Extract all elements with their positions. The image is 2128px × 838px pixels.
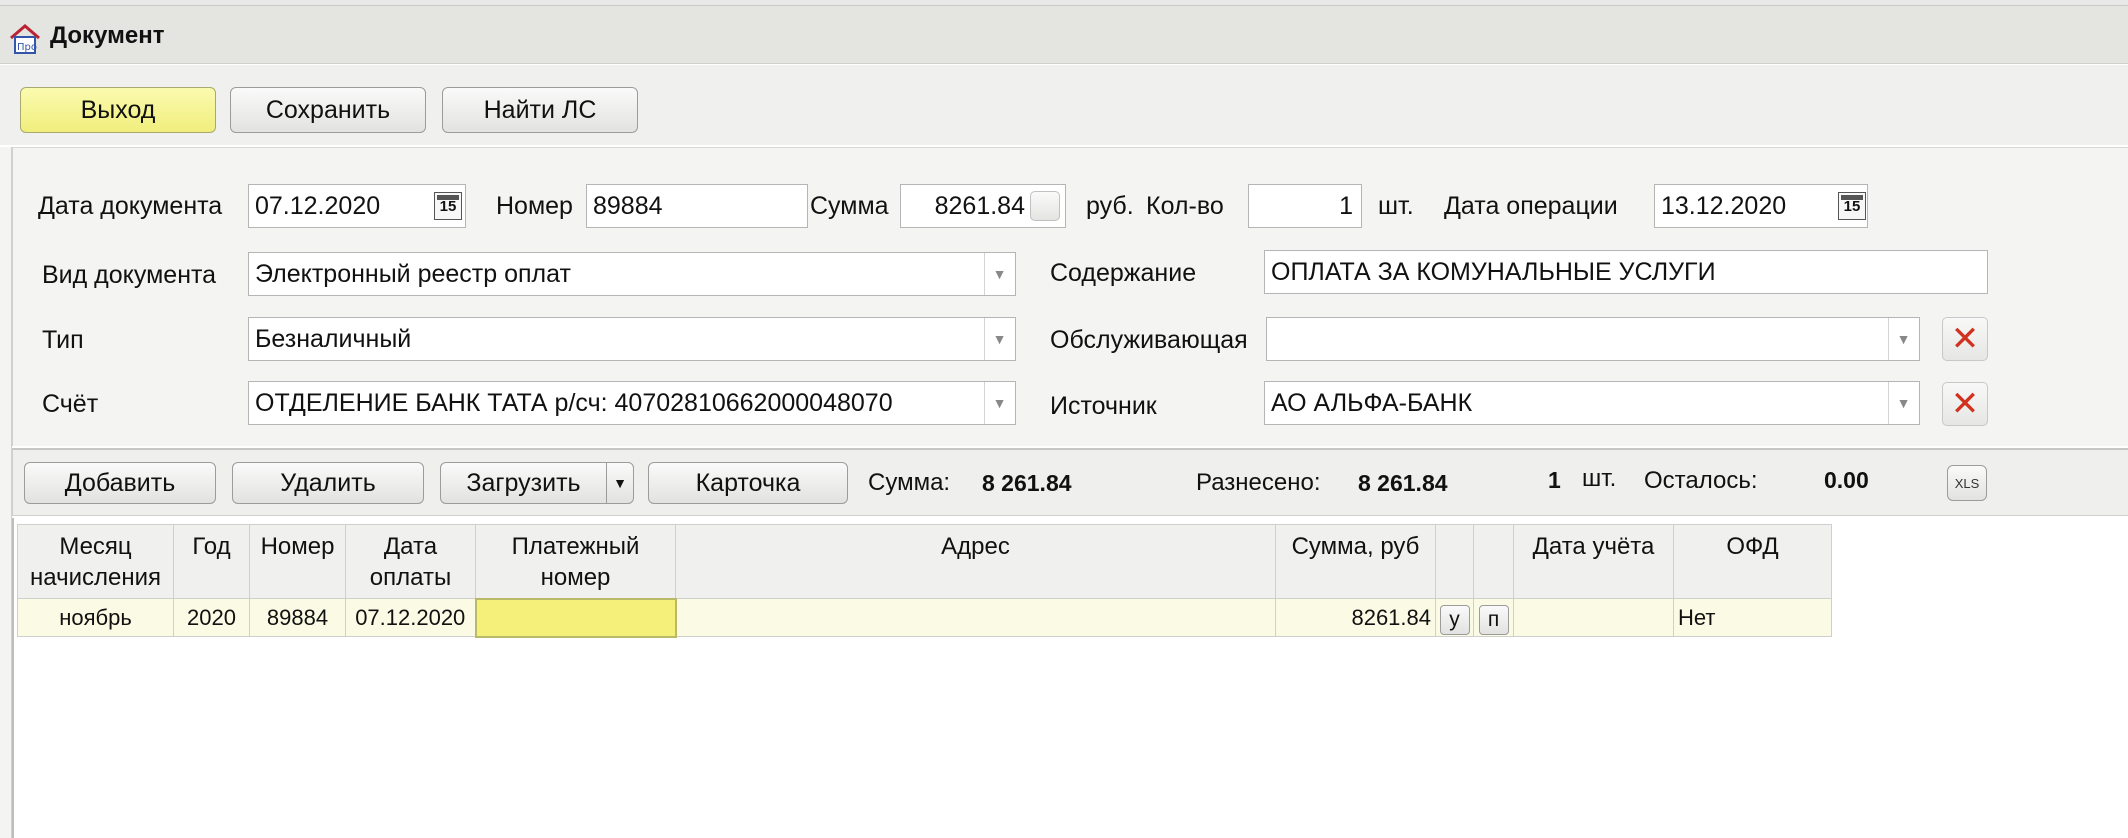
chevron-down-icon[interactable]: ▼ [1888, 382, 1918, 424]
sum-label: Сумма [810, 192, 889, 220]
serving-select[interactable] [1266, 317, 1920, 361]
op-date-calendar-icon[interactable]: 15 [1838, 192, 1866, 220]
cell-ofd[interactable]: Нет [1673, 598, 1832, 637]
type-label: Тип [42, 326, 84, 354]
source-label: Источник [1050, 392, 1157, 420]
col-pay-date[interactable]: Дата оплаты [345, 524, 476, 599]
col-year[interactable]: Год [173, 524, 250, 599]
payments-table: Месяц начисления Год Номер Дата оплаты П… [17, 524, 1832, 638]
rub-label: руб. [1086, 192, 1134, 220]
count-unit: шт. [1582, 465, 1617, 492]
load-button[interactable]: Загрузить [441, 463, 607, 503]
table-header-row: Месяц начисления Год Номер Дата оплаты П… [17, 524, 1832, 599]
window-title: Документ [50, 22, 165, 49]
cell-address[interactable] [675, 598, 1276, 637]
account-select[interactable]: ОТДЕЛЕНИЕ БАНК ТАТА р/сч: 40702810662000… [248, 381, 1016, 425]
chevron-down-icon[interactable]: ▼ [1888, 318, 1918, 360]
remaining-value: 0.00 [1824, 467, 1869, 493]
sum-toggle[interactable] [1030, 191, 1060, 221]
cell-month[interactable]: ноябрь [17, 598, 174, 637]
delete-button[interactable]: Удалить [232, 462, 424, 504]
account-label: Счёт [42, 390, 99, 418]
chevron-down-icon[interactable]: ▼ [984, 253, 1014, 295]
total-sum-value: 8 261.84 [982, 470, 1072, 496]
col-month[interactable]: Месяц начисления [17, 524, 174, 599]
col-sum[interactable]: Сумма, руб [1275, 524, 1436, 599]
export-xls-icon[interactable]: XLS [1947, 465, 1987, 501]
card-button[interactable]: Карточка [648, 462, 848, 504]
app-house-icon: Про [10, 24, 40, 54]
col-p[interactable] [1473, 524, 1514, 599]
pcs-label: шт. [1378, 192, 1414, 220]
left-border [0, 147, 12, 838]
cell-number[interactable]: 89884 [249, 598, 346, 637]
clear-source-close-icon[interactable]: ✕ [1942, 382, 1988, 426]
find-account-button[interactable]: Найти ЛС [442, 87, 638, 133]
cell-pay-date[interactable]: 07.12.2020 [345, 598, 476, 637]
chevron-down-icon[interactable]: ▼ [984, 318, 1014, 360]
chevron-down-icon[interactable]: ▼ [984, 382, 1014, 424]
cell-p: п [1473, 598, 1514, 637]
col-pay-number[interactable]: Платежный номер [475, 524, 676, 599]
doc-date-label: Дата документа [38, 192, 223, 220]
load-dropdown-icon[interactable]: ▼ [607, 463, 633, 503]
doc-date-calendar-icon[interactable]: 15 [434, 192, 462, 220]
remaining-label: Осталось: [1644, 467, 1758, 494]
type-select[interactable]: Безналичный [248, 317, 1016, 361]
doc-type-select[interactable]: Электронный реестр оплат [248, 252, 1016, 296]
exit-button[interactable]: Выход [20, 87, 216, 133]
source-select[interactable]: АО АЛЬФА-БАНК [1264, 381, 1920, 425]
cell-acc-date[interactable] [1513, 598, 1674, 637]
op-date-field[interactable]: 13.12.2020 [1654, 184, 1868, 228]
col-ofd[interactable]: ОФД [1673, 524, 1832, 599]
number-label: Номер [496, 192, 573, 220]
count-value: 1 [1548, 467, 1561, 493]
load-split-button[interactable]: Загрузить ▼ [440, 462, 634, 504]
cell-pay-number[interactable] [474, 597, 677, 638]
col-number[interactable]: Номер [249, 524, 346, 599]
cell-sum[interactable]: 8261.84 [1275, 598, 1436, 637]
distributed-label: Разнесено: [1196, 469, 1321, 496]
svg-text:Про: Про [17, 42, 37, 53]
cell-year[interactable]: 2020 [173, 598, 250, 637]
save-button[interactable]: Сохранить [230, 87, 426, 133]
clear-serving-close-icon[interactable]: ✕ [1942, 317, 1988, 361]
title-bar: Про Документ [0, 6, 2128, 64]
total-sum-label: Сумма: [868, 469, 951, 496]
serving-label: Обслуживающая [1050, 326, 1248, 354]
number-field[interactable]: 89884 [586, 184, 808, 228]
u-button[interactable]: у [1439, 604, 1470, 635]
p-button[interactable]: п [1478, 604, 1509, 635]
col-u[interactable] [1435, 524, 1474, 599]
col-address[interactable]: Адрес [675, 524, 1276, 599]
distributed-value: 8 261.84 [1358, 470, 1448, 496]
qty-field[interactable]: 1 [1248, 184, 1362, 228]
add-button[interactable]: Добавить [24, 462, 216, 504]
col-acc-date[interactable]: Дата учёта [1513, 524, 1674, 599]
qty-label: Кол-во [1146, 192, 1224, 220]
main-toolbar: Выход Сохранить Найти ЛС [0, 65, 2128, 145]
cell-u: у [1435, 598, 1474, 637]
doc-type-label: Вид документа [42, 261, 217, 289]
content-field[interactable]: ОПЛАТА ЗА КОМУНАЛЬНЫЕ УСЛУГИ [1264, 250, 1988, 294]
content-label: Содержание [1050, 259, 1197, 287]
op-date-label: Дата операции [1444, 192, 1618, 220]
table-row[interactable]: ноябрь 2020 89884 07.12.2020 8261.84 у п… [17, 597, 1832, 638]
